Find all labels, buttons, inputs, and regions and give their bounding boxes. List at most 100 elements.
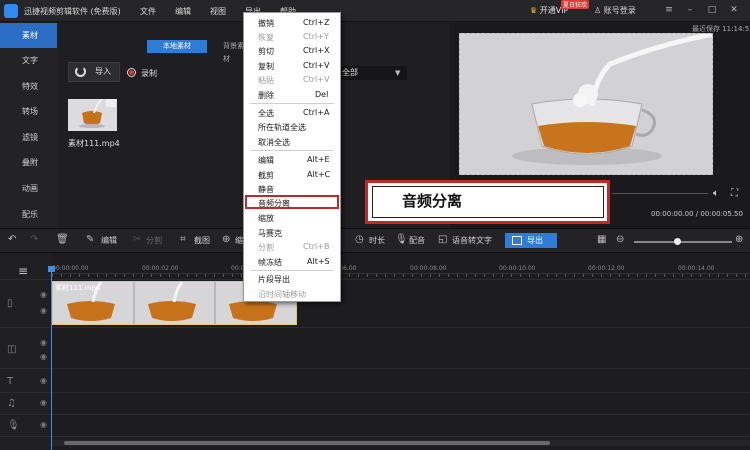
- eye-icon[interactable]: ◉: [40, 290, 47, 299]
- sidebar-item-effects[interactable]: 特效: [0, 74, 57, 99]
- menu-item-cut[interactable]: 剪切: [258, 46, 274, 57]
- menu-shortcut: Del: [315, 90, 329, 99]
- menu-item-zoom[interactable]: 缩放: [258, 213, 274, 224]
- sidebar-item-overlays[interactable]: 叠附: [0, 150, 57, 175]
- eye-icon[interactable]: ◉: [40, 338, 47, 347]
- menu-item-redo[interactable]: 恢复: [258, 32, 274, 43]
- ruler-tick: 00:00:08.00: [410, 265, 447, 272]
- clock-icon[interactable]: ◷: [355, 234, 364, 245]
- microphone-icon[interactable]: 🎙︎: [395, 234, 408, 245]
- login-button[interactable]: ♙ 账号登录: [594, 5, 636, 16]
- voice-track-icon: 🎙︎: [7, 420, 20, 431]
- lock-icon[interactable]: ◉: [40, 352, 47, 361]
- menu-item-clip-export[interactable]: 片段导出: [258, 274, 290, 285]
- record-button-label[interactable]: 录制: [141, 68, 157, 79]
- menu-item-select-all[interactable]: 全选: [258, 108, 274, 119]
- menu-item-undo[interactable]: 撤销: [258, 18, 274, 29]
- speech-to-text-button[interactable]: 语音转文字: [452, 235, 492, 246]
- timeline-zoom-slider[interactable]: [634, 241, 732, 243]
- menu-shortcut: Ctrl+V: [303, 75, 330, 84]
- menu-shortcut: Ctrl+B: [303, 242, 330, 251]
- add-track-icon[interactable]: ≡: [18, 264, 28, 278]
- video-preview[interactable]: [459, 33, 713, 175]
- import-icon: [75, 66, 86, 77]
- menu-item-copy[interactable]: 复制: [258, 61, 274, 72]
- playhead[interactable]: [51, 270, 52, 450]
- timeline-ruler[interactable]: [52, 273, 750, 277]
- music-track-icon: ♫: [7, 398, 16, 409]
- overlay-track-icon: ◫: [7, 344, 17, 355]
- menu-shortcut: Ctrl+X: [303, 46, 330, 55]
- trash-icon[interactable]: 🗑︎: [56, 234, 69, 245]
- menu-item-freeze-frame[interactable]: 帧冻结: [258, 257, 282, 268]
- menu-item-deselect-all[interactable]: 取消全选: [258, 137, 290, 148]
- dub-button[interactable]: 配音: [409, 235, 425, 246]
- login-label: 账号登录: [603, 6, 636, 15]
- duration-button[interactable]: 时长: [369, 235, 385, 246]
- menu-separator: [250, 270, 334, 271]
- menu-item-trim[interactable]: 截剪: [258, 170, 274, 181]
- fullscreen-icon[interactable]: ⛶: [731, 188, 738, 199]
- ruler-tick: 00:00:10.00: [499, 265, 536, 272]
- eye-icon[interactable]: ◉: [40, 398, 47, 407]
- ruler-tick: 00:00:02.00: [142, 265, 179, 272]
- export-icon: [512, 236, 522, 245]
- minimize-icon[interactable]: –: [685, 5, 695, 15]
- speech-to-text-icon[interactable]: ◱: [438, 234, 447, 245]
- redo-icon[interactable]: ↷: [30, 234, 38, 245]
- menu-item-select-track[interactable]: 所在轨道全选: [258, 122, 306, 133]
- menu-item-edit[interactable]: 编辑: [258, 155, 274, 166]
- menu-view[interactable]: 视图: [210, 6, 226, 17]
- eye-icon[interactable]: ◉: [40, 420, 47, 429]
- timeline-scrollbar-thumb[interactable]: [64, 441, 550, 445]
- record-dot-icon: [129, 70, 134, 75]
- menu-item-split[interactable]: 分割: [258, 242, 274, 253]
- menu-item-mosaic[interactable]: 马赛克: [258, 228, 282, 239]
- maximize-icon[interactable]: □: [707, 5, 717, 15]
- zoom-in-icon[interactable]: ⊕: [735, 234, 743, 245]
- timeline-zoom-handle[interactable]: [674, 238, 681, 245]
- chevron-down-icon: ▼: [395, 69, 401, 77]
- menu-file[interactable]: 文件: [140, 6, 156, 17]
- menu-shortcut: Alt+E: [307, 155, 330, 164]
- video-track-icon: ▯: [7, 298, 13, 309]
- screenshot-icon[interactable]: ▦: [597, 234, 606, 245]
- sidebar-item-filters[interactable]: 滤镜: [0, 125, 57, 150]
- menu-shortcut: Ctrl+Z: [303, 18, 330, 27]
- menu-item-delete[interactable]: 删除: [258, 90, 274, 101]
- menu-separator: [250, 103, 334, 104]
- track-divider: [0, 279, 750, 280]
- tab-local-material[interactable]: 本地素材: [147, 40, 207, 53]
- sidebar-item-music[interactable]: 配乐: [0, 202, 57, 227]
- user-icon: ♙: [594, 6, 604, 15]
- edit-button[interactable]: 编辑: [101, 235, 117, 246]
- menu-edit[interactable]: 编辑: [175, 6, 191, 17]
- split-button[interactable]: 分割: [146, 235, 162, 246]
- menu-item-move-along-timeline[interactable]: 沿时间轴移动: [258, 289, 306, 300]
- crop-icon[interactable]: ⌗: [180, 234, 186, 245]
- preview-progress-bar[interactable]: [612, 193, 708, 194]
- sidebar-item-text[interactable]: 文字: [0, 48, 57, 73]
- sidebar-item-transitions[interactable]: 转场: [0, 99, 57, 124]
- menu-shortcut: Ctrl+A: [303, 108, 330, 117]
- zoom-out-icon[interactable]: ⊖: [616, 234, 624, 245]
- menu-item-paste[interactable]: 粘贴: [258, 75, 274, 86]
- menu-shortcut: Alt+S: [307, 257, 330, 266]
- split-icon[interactable]: ✂: [133, 234, 141, 245]
- menu-item-mute[interactable]: 静音: [258, 184, 274, 195]
- menu-shortcut: Alt+C: [307, 170, 331, 179]
- playhead-handle[interactable]: [48, 266, 55, 272]
- clip-name: 素材111.mp4: [55, 284, 101, 292]
- sidebar-item-animations[interactable]: 动画: [0, 176, 57, 201]
- zoom-icon[interactable]: ⊕: [222, 234, 230, 245]
- lock-icon[interactable]: ◉: [40, 306, 47, 315]
- crop-button[interactable]: 截图: [194, 235, 210, 246]
- eye-icon[interactable]: ◉: [40, 376, 47, 385]
- volume-icon[interactable]: 🔈︎: [713, 188, 719, 199]
- edit-icon[interactable]: ✎: [86, 234, 94, 245]
- menu-icon[interactable]: ≡: [664, 5, 674, 15]
- close-icon[interactable]: ✕: [729, 5, 739, 15]
- undo-icon[interactable]: ↶: [8, 234, 16, 245]
- track-divider: [0, 414, 750, 415]
- sidebar-item-material[interactable]: 素材: [0, 23, 57, 48]
